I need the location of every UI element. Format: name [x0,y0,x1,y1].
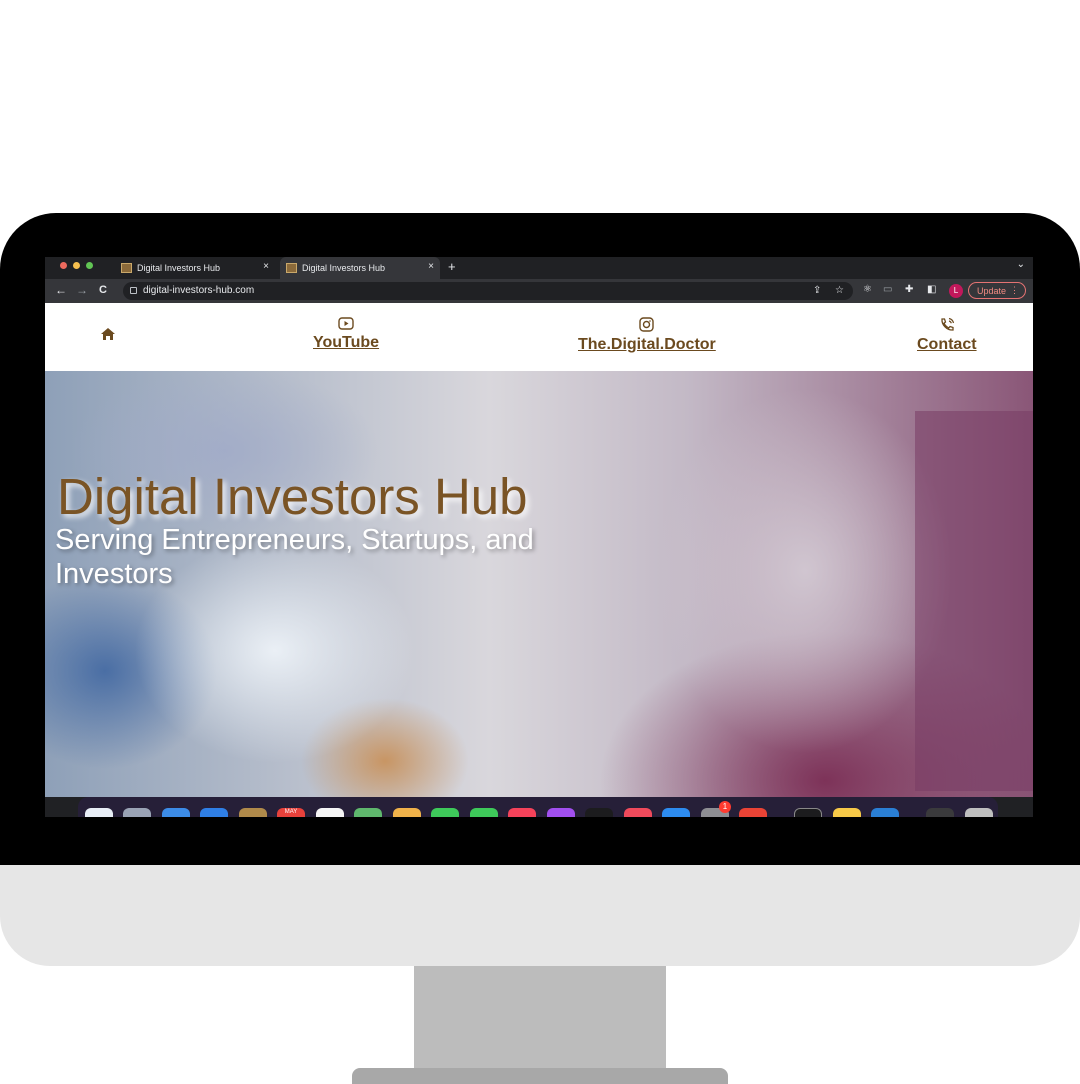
browser-tab[interactable]: Digital Investors Hub × [115,257,275,279]
monitor-stand-base [352,1068,728,1084]
trash-icon[interactable] [965,808,993,817]
window-close-button[interactable] [60,262,67,269]
extension-react-icon[interactable]: ⚛ [863,284,872,295]
chrome-icon[interactable] [739,808,767,817]
site-navbar: YouTube The.Digital.Doctor Contact [45,303,1033,371]
share-icon[interactable]: ⇪ [813,285,821,296]
tab-title: Digital Investors Hub [302,263,386,273]
extensions-puzzle-icon[interactable]: ✚ [905,284,913,295]
favicon-icon [286,263,297,273]
tab-close-icon[interactable]: × [263,261,269,272]
address-bar[interactable]: digital-investors-hub.com ⇪ ☆ [123,282,853,300]
favicon-icon [121,263,132,273]
lock-icon[interactable] [130,287,137,294]
maps-icon[interactable] [354,808,382,817]
browser-tab-active[interactable]: Digital Investors Hub × [280,257,440,279]
terminal-icon[interactable] [794,808,822,817]
stickies-icon[interactable] [833,808,861,817]
extension-icon[interactable]: ▭ [883,284,892,295]
contact-nav-item[interactable]: Contact [917,317,977,354]
app-store-icon[interactable] [662,808,690,817]
forward-button[interactable]: → [76,283,88,297]
tv-icon[interactable] [585,808,613,817]
monitor-stand [414,966,666,1080]
update-label: Update [977,286,1007,296]
macos-dock: MAY 1 [78,797,998,817]
notes-app-icon[interactable] [239,808,267,817]
hero-section: Digital Investors Hub Serving Entreprene… [45,371,1033,797]
instagram-icon [639,317,655,332]
reload-button[interactable]: C [99,284,107,296]
hero-title: Digital Investors Hub [57,468,528,525]
finder-icon[interactable] [85,808,113,817]
window-zoom-button[interactable] [86,262,93,269]
side-panel-icon[interactable]: ◧ [927,284,936,295]
update-button[interactable]: Update ⋮ [968,282,1026,299]
browser-tab-strip: Digital Investors Hub × Digital Investor… [45,257,1033,279]
facetime-icon[interactable] [470,808,498,817]
bookmark-star-icon[interactable]: ☆ [835,285,844,296]
screen: Digital Investors Hub × Digital Investor… [45,257,1033,817]
notification-badge: 1 [719,801,731,813]
tab-close-icon[interactable]: × [428,261,434,272]
messages-icon[interactable] [431,808,459,817]
monitor-chin [0,865,1080,966]
hero-subtitle: Serving Entrepreneurs, Startups, and Inv… [55,524,534,590]
home-icon [101,328,115,340]
vscode-icon[interactable] [871,808,899,817]
profile-avatar[interactable]: L [949,284,963,298]
youtube-link[interactable]: YouTube [313,334,379,352]
phone-icon [941,317,954,331]
mail-icon[interactable] [200,808,228,817]
tab-title: Digital Investors Hub [137,263,221,273]
url-text[interactable]: digital-investors-hub.com [143,285,254,296]
hero-background-image [915,411,1033,791]
calendar-icon[interactable]: MAY [277,808,305,817]
launchpad-icon[interactable] [123,808,151,817]
new-tab-button[interactable]: + [448,259,456,274]
safari-icon[interactable] [162,808,190,817]
contact-link[interactable]: Contact [917,336,977,354]
downloads-folder-icon[interactable] [926,808,954,817]
youtube-nav-item[interactable]: YouTube [313,317,379,352]
music-icon[interactable] [508,808,536,817]
home-link[interactable] [100,327,116,341]
back-button[interactable]: ← [55,283,67,297]
instagram-link[interactable]: The.Digital.Doctor [578,336,716,354]
window-minimize-button[interactable] [73,262,80,269]
instagram-nav-item[interactable]: The.Digital.Doctor [578,317,716,354]
kebab-menu-icon[interactable]: ⋮ [1010,285,1019,296]
reminders-icon[interactable] [316,808,344,817]
photos-icon[interactable] [393,808,421,817]
browser-toolbar: ← → C digital-investors-hub.com ⇪ ☆ ⚛ ▭ … [45,279,1033,303]
tab-search-icon[interactable]: ⌄ [1017,259,1025,270]
podcasts-icon[interactable] [547,808,575,817]
youtube-icon [338,317,354,330]
news-icon[interactable] [624,808,652,817]
